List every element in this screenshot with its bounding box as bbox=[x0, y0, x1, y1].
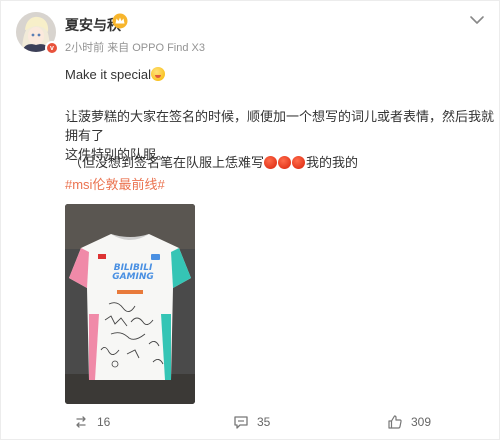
post-time[interactable]: 2小时前 bbox=[65, 42, 104, 54]
post-paragraph-2: （但没想到签名笔在队服上恁难写 我的我的 bbox=[69, 153, 358, 172]
comment-count: 35 bbox=[257, 415, 271, 429]
post-photo[interactable]: BILIBILI GAMING bbox=[65, 204, 195, 404]
grin-emoji-icon bbox=[150, 67, 165, 81]
post-meta: 2小时前 来自 OPPO Find X3 bbox=[65, 39, 205, 55]
post-paragraph-1-line1: 让菠萝糕的大家在签名的时候，顺便加一个想写的词儿或者表情，然后我就拥有了 bbox=[65, 109, 495, 143]
crown-badge-icon bbox=[112, 13, 128, 29]
jersey-text-line2: GAMING bbox=[112, 272, 154, 282]
post-source: OPPO Find X3 bbox=[132, 42, 206, 54]
red-emoji-icon bbox=[292, 156, 306, 169]
like-button[interactable]: 309 bbox=[387, 414, 431, 430]
like-icon bbox=[388, 415, 402, 429]
verified-badge-icon: v bbox=[45, 41, 59, 55]
source-prefix: 来自 bbox=[107, 42, 130, 54]
weibo-post-card: v 夏安与秋 2小时前 来自 OPPO Find X3 Make it spec… bbox=[0, 0, 500, 440]
hashtag-link[interactable]: #msi伦敦最前线# bbox=[65, 175, 165, 194]
repost-button[interactable]: 16 bbox=[73, 414, 110, 430]
comment-icon bbox=[234, 416, 248, 429]
repost-count: 16 bbox=[97, 415, 111, 429]
post-text-line1: Make it special bbox=[65, 65, 165, 84]
red-emoji-icon bbox=[264, 156, 278, 169]
post-paragraph-2-prefix: （但没想到签名笔在队服上恁难写 bbox=[69, 155, 265, 170]
comment-button[interactable]: 35 bbox=[233, 414, 270, 430]
like-count: 309 bbox=[411, 415, 432, 429]
post-headline: Make it special bbox=[65, 67, 151, 82]
repost-icon bbox=[76, 416, 86, 428]
post-paragraph-2-suffix: 我的我的 bbox=[306, 155, 359, 170]
jersey-text: BILIBILI GAMING bbox=[105, 264, 161, 282]
more-chevron-icon[interactable] bbox=[468, 13, 486, 27]
red-emoji-icon bbox=[278, 156, 292, 169]
